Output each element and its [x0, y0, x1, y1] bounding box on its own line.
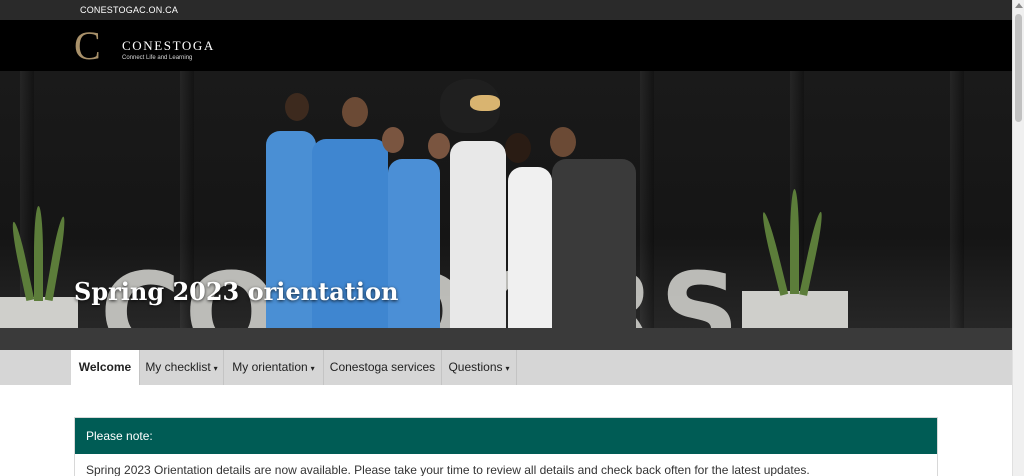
logo-mark-icon: C — [74, 23, 101, 68]
nav-questions-label: Questions — [448, 360, 503, 374]
page-title: Spring 2023 orientation — [74, 277, 399, 306]
scroll-up-icon[interactable] — [1015, 3, 1023, 8]
nav-my-orientation-label: My orientation — [232, 360, 308, 374]
nav-my-orientation[interactable]: My orientation ▾ — [224, 350, 324, 385]
notice-heading: Please note: — [75, 418, 937, 454]
nav-questions[interactable]: Questions ▾ — [442, 350, 517, 385]
nav-conestoga-services-label: Conestoga services — [329, 360, 436, 374]
chevron-down-icon: ▾ — [310, 364, 315, 373]
logo-tagline: Connect Life and Learning — [122, 55, 193, 61]
nav-my-checklist[interactable]: My checklist ▾ — [140, 350, 224, 385]
nav-conestoga-services[interactable]: Conestoga services — [324, 350, 442, 385]
site-home-link[interactable]: CONESTOGAC.ON.CA — [80, 5, 178, 15]
notice-box: Please note: Spring 2023 Orientation det… — [74, 417, 938, 476]
notice-body: Spring 2023 Orientation details are now … — [86, 463, 810, 476]
nav-welcome-label: Welcome — [78, 360, 132, 374]
scrollbar-thumb[interactable] — [1015, 14, 1022, 122]
conestoga-logo[interactable]: C CONESTOGA Connect Life and Learning — [74, 23, 234, 68]
page-scrollbar[interactable] — [1012, 0, 1024, 476]
nav-welcome[interactable]: Welcome — [71, 350, 140, 385]
nav-my-checklist-label: My checklist — [145, 360, 211, 374]
chevron-down-icon: ▾ — [213, 364, 218, 373]
top-utility-bar: CONESTOGAC.ON.CA — [0, 0, 1012, 20]
site-header: C CONESTOGA Connect Life and Learning — [0, 20, 1012, 71]
hero-banner: CONDORS Spring 2023 orientation — [0, 71, 1012, 350]
main-nav: Welcome My checklist ▾ My orientation ▾ Co… — [0, 350, 1012, 385]
chevron-down-icon: ▾ — [505, 364, 510, 373]
logo-name: CONESTOGA — [122, 38, 215, 53]
